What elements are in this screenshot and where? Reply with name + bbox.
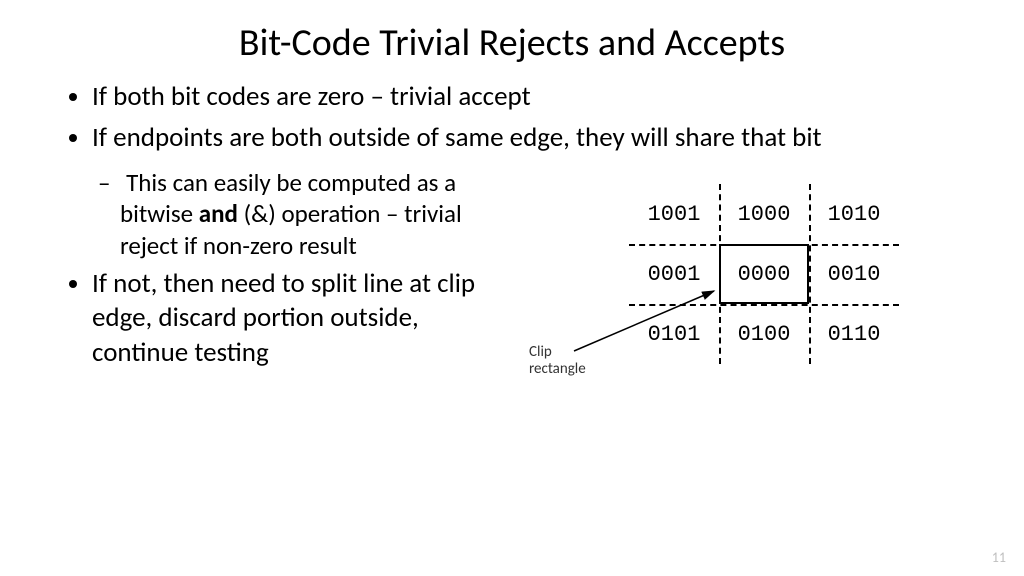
cell-0-2: 1010 bbox=[809, 184, 899, 244]
page-number: 11 bbox=[992, 549, 1006, 566]
sub-bullet-list: This can easily be computed as a bitwise… bbox=[92, 167, 489, 261]
right-column: 1001 1000 1010 0001 0000 0010 0101 0100 … bbox=[509, 161, 969, 439]
slide-title: Bit-Code Trivial Rejects and Accepts bbox=[0, 0, 1024, 76]
clip-rectangle bbox=[719, 244, 809, 304]
outcode-diagram: 1001 1000 1010 0001 0000 0010 0101 0100 … bbox=[509, 179, 939, 439]
clip-label-line2: rectangle bbox=[529, 360, 586, 378]
bullet-list-left: This can easily be computed as a bitwise… bbox=[60, 167, 489, 370]
arrow-icon bbox=[564, 281, 724, 361]
left-column: This can easily be computed as a bitwise… bbox=[60, 161, 489, 376]
sub-bullet-1: This can easily be computed as a bitwise… bbox=[120, 167, 489, 261]
sub-bullet-1-bold: and bbox=[199, 198, 238, 229]
bullet-1: If both bit codes are zero – trivial acc… bbox=[92, 80, 969, 115]
cell-2-2: 0110 bbox=[809, 304, 899, 364]
clip-label-line1: Clip bbox=[529, 343, 552, 361]
cell-1-2: 0010 bbox=[809, 244, 899, 304]
cell-0-1: 1000 bbox=[719, 184, 809, 244]
slide: Bit-Code Trivial Rejects and Accepts If … bbox=[0, 0, 1024, 576]
two-column-row: This can easily be computed as a bitwise… bbox=[60, 161, 969, 439]
slide-body: If both bit codes are zero – trivial acc… bbox=[0, 80, 1024, 439]
clip-label: Clip rectangle bbox=[529, 344, 586, 379]
cell-0-0: 1001 bbox=[629, 184, 719, 244]
bullet-list: If both bit codes are zero – trivial acc… bbox=[60, 80, 969, 155]
bullet-2: If endpoints are both outside of same ed… bbox=[92, 121, 969, 156]
bullet-3: If not, then need to split line at clip … bbox=[92, 267, 489, 371]
cell-2-1: 0100 bbox=[719, 304, 809, 364]
